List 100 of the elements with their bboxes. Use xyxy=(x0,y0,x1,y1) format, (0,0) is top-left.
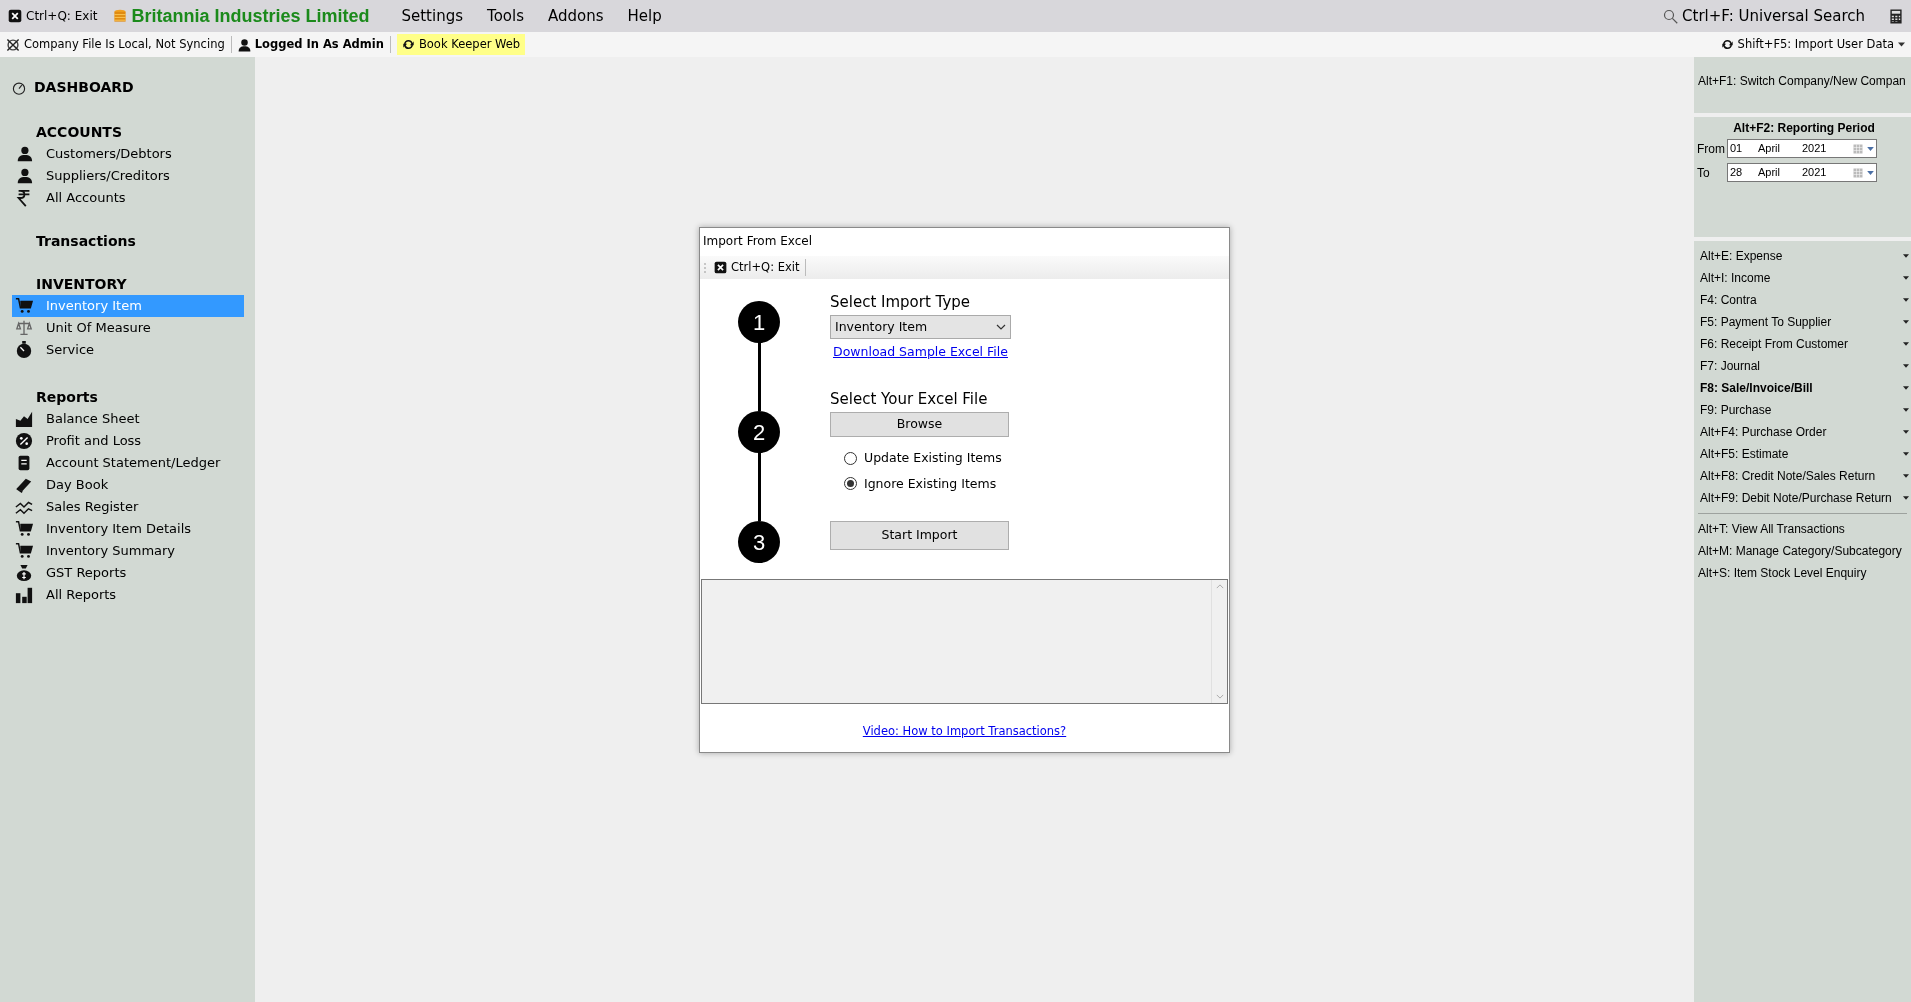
cart-icon xyxy=(14,542,34,560)
video-link[interactable]: Video: How to Import Transactions? xyxy=(862,724,1067,738)
radio-button[interactable] xyxy=(844,451,857,465)
import-user-data[interactable]: Shift+F5: Import User Data xyxy=(1737,35,1894,54)
sidebar-item[interactable]: Inventory Item Details xyxy=(12,518,244,540)
sidebar-item[interactable]: All Reports xyxy=(12,584,244,606)
sidebar-heading[interactable]: INVENTORY xyxy=(12,274,255,295)
shortcut-link[interactable]: Alt+M: Manage Category/Subcategory xyxy=(1694,540,1911,562)
bar-chart-icon xyxy=(14,586,34,604)
menu-item[interactable]: Settings xyxy=(401,4,463,28)
shortcut-link[interactable]: Alt+T: View All Transactions xyxy=(1694,518,1911,540)
menu-item[interactable]: Tools xyxy=(487,4,524,28)
sidebar-item[interactable]: Day Book xyxy=(12,474,244,496)
action-menu-item[interactable]: Alt+I: Income xyxy=(1694,267,1911,289)
area-chart-icon xyxy=(14,410,34,428)
caret-icon xyxy=(1903,496,1909,500)
sidebar-heading[interactable]: ACCOUNTS xyxy=(12,122,255,143)
download-sample-link[interactable]: Download Sample Excel File xyxy=(833,343,1008,362)
dialog-title: Import From Excel xyxy=(702,233,813,250)
sidebar-item[interactable]: All Accounts xyxy=(12,187,244,209)
universal-search[interactable]: Ctrl+F: Universal Search xyxy=(1682,4,1865,28)
exit-shortcut[interactable]: Ctrl+Q: Exit xyxy=(26,7,98,25)
date-label: From xyxy=(1697,140,1726,158)
sidebar-heading[interactable]: Transactions xyxy=(12,231,255,252)
action-menu-item[interactable]: F9: Purchase xyxy=(1694,399,1911,421)
date-day: 01 xyxy=(1730,140,1758,157)
shortcut-link[interactable]: Alt+S: Item Stock Level Enquiry xyxy=(1694,562,1911,584)
company-name: Britannia Industries Limited xyxy=(131,4,370,28)
switch-company-link[interactable]: Alt+F1: Switch Company/New Compan xyxy=(1698,72,1907,90)
action-menu-item[interactable]: Alt+F8: Credit Note/Sales Return xyxy=(1694,465,1911,487)
close-icon xyxy=(714,261,727,274)
sidebar-item[interactable]: Service xyxy=(12,339,244,361)
date-month: April xyxy=(1758,165,1781,181)
stopwatch-icon xyxy=(14,341,34,359)
step-connector xyxy=(757,453,761,521)
step-heading: Select Import Type xyxy=(830,293,972,311)
sidebar-heading[interactable]: Reports xyxy=(12,387,255,408)
coin-stack-icon xyxy=(113,8,128,24)
caret-icon xyxy=(1903,408,1909,412)
sidebar-item[interactable]: Unit Of Measure xyxy=(12,317,244,339)
logged-in-user: Logged In As Admin xyxy=(254,35,384,53)
radio-option[interactable]: Ignore Existing Items xyxy=(844,474,1011,494)
caret-icon xyxy=(1903,364,1909,368)
sidebar-item[interactable]: Customers/Debtors xyxy=(12,143,244,165)
date-month: April xyxy=(1758,141,1781,157)
percent-icon xyxy=(14,432,34,450)
start-import-button[interactable]: Start Import xyxy=(830,521,1009,551)
sidebar-item[interactable]: Inventory Summary xyxy=(12,540,244,562)
action-menu-item[interactable]: F6: Receipt From Customer xyxy=(1694,333,1911,355)
action-menu-item[interactable]: Alt+E: Expense xyxy=(1694,245,1911,267)
sync-status: Company File Is Local, Not Syncing xyxy=(24,35,225,53)
menu-item[interactable]: Addons xyxy=(547,4,604,28)
action-menu-item[interactable]: F5: Payment To Supplier xyxy=(1694,311,1911,333)
caret-icon xyxy=(1903,298,1909,302)
action-menu-item[interactable]: Alt+F4: Purchase Order xyxy=(1694,421,1911,443)
close-icon xyxy=(8,9,22,23)
step-number: 2 xyxy=(738,411,780,453)
sidebar-item[interactable]: GST Reports xyxy=(12,562,244,584)
period-title: Alt+F2: Reporting Period xyxy=(1732,120,1876,137)
sync-off-icon xyxy=(6,37,20,52)
radio-button[interactable] xyxy=(844,477,857,491)
sidebar-item[interactable]: Suppliers/Creditors xyxy=(12,165,244,187)
exit-shortcut[interactable]: Ctrl+Q: Exit xyxy=(731,258,800,277)
sync-icon xyxy=(401,38,415,51)
browse-button[interactable]: Browse xyxy=(830,411,1009,437)
date-field[interactable]: 28 April 2021 xyxy=(1727,163,1877,182)
caret-icon xyxy=(1898,42,1905,47)
caret-icon xyxy=(1867,146,1874,151)
caret-icon xyxy=(1903,386,1909,390)
sidebar-item[interactable]: Account Statement/Ledger xyxy=(12,452,244,474)
caret-icon xyxy=(1903,276,1909,280)
sidebar-heading[interactable]: DASHBOARD xyxy=(34,77,134,98)
step-heading: Select Your Excel File xyxy=(830,389,989,408)
calculator-icon xyxy=(1889,7,1903,25)
import-type-dropdown[interactable]: Inventory Item xyxy=(830,315,1011,339)
action-menu-item[interactable]: Alt+F5: Estimate xyxy=(1694,443,1911,465)
radio-option[interactable]: Update Existing Items xyxy=(844,448,1011,468)
user-icon xyxy=(237,37,251,52)
chevron-icon xyxy=(996,324,1006,330)
date-field[interactable]: 01 April 2021 xyxy=(1727,139,1877,158)
action-menu-item[interactable]: F4: Contra xyxy=(1694,289,1911,311)
caret-icon xyxy=(1903,342,1909,346)
action-menu-item[interactable]: Alt+F9: Debit Note/Purchase Return xyxy=(1694,487,1911,509)
book-keeper-web-button[interactable]: Book Keeper Web xyxy=(396,33,526,56)
menu-item[interactable]: Help xyxy=(627,4,662,28)
date-label: To xyxy=(1697,164,1711,182)
caret-icon xyxy=(1903,320,1909,324)
sidebar-item[interactable]: Profit and Loss xyxy=(12,430,244,452)
caret-icon xyxy=(1903,452,1909,456)
step-number: 1 xyxy=(738,301,780,343)
search-icon xyxy=(1663,8,1679,24)
sidebar-item[interactable]: Balance Sheet xyxy=(12,408,244,430)
action-menu-item[interactable]: F7: Journal xyxy=(1694,355,1911,377)
scrollbar[interactable] xyxy=(1211,580,1227,703)
money-bag-icon xyxy=(14,564,34,582)
sidebar-item[interactable]: Sales Register xyxy=(12,496,244,518)
date-day: 28 xyxy=(1730,164,1758,181)
action-menu-item[interactable]: F8: Sale/Invoice/Bill xyxy=(1694,377,1911,399)
caret-icon xyxy=(1867,170,1874,175)
caret-icon xyxy=(1903,474,1909,478)
